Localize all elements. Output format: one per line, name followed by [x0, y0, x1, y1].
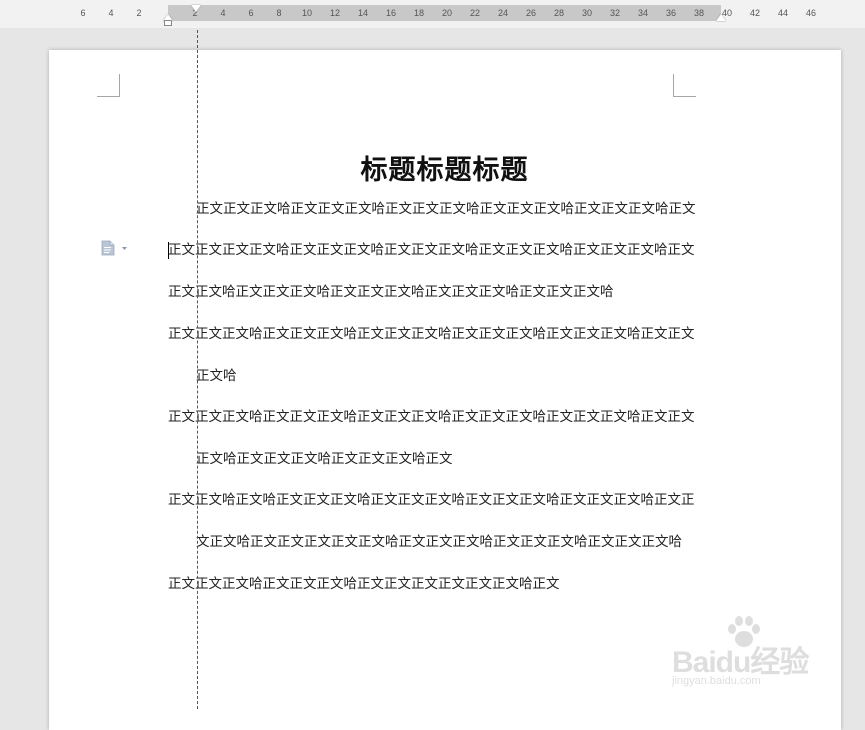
- margin-corner-top-right: [673, 74, 696, 97]
- baidu-watermark: Baidu经验 jingyan.baidu.com: [672, 615, 822, 695]
- paragraph-line[interactable]: 正文哈: [196, 366, 721, 386]
- ruler-tick-label: 34: [637, 8, 649, 18]
- ruler-tick-label: 28: [553, 8, 565, 18]
- ruler-tick-label: 46: [805, 8, 817, 18]
- ruler-tick-label: 14: [357, 8, 369, 18]
- ruler-tick-label: 8: [276, 8, 282, 18]
- ruler-tick-label: 22: [469, 8, 481, 18]
- ruler-tick-label: 10: [301, 8, 313, 18]
- watermark-url: jingyan.baidu.com: [672, 675, 761, 687]
- ruler-tick-label: 30: [581, 8, 593, 18]
- paragraph-line[interactable]: 正文正文正文哈正文正文正文哈正文正文正文哈正文正文正文哈正文正文正文哈正文正文: [168, 324, 721, 344]
- document-options-icon[interactable]: [101, 240, 129, 256]
- paragraph-line[interactable]: 正文正文正文正文哈正文正文正文哈正文正文正文哈正文正文正文哈正文正文正文哈正文: [168, 240, 721, 260]
- ruler-tick-label: 16: [385, 8, 397, 18]
- margin-corner-top-left: [97, 74, 120, 97]
- ruler-tick-label: 2: [136, 8, 142, 18]
- horizontal-ruler[interactable]: 6 4 2 2 4 6 8 10 12 14 16 18 20 22 24 26 28 30 32 34 36 38 40 4…: [0, 0, 865, 28]
- paragraph-line[interactable]: 正文正文正文哈正文正文正文哈正文正文正文哈正文正文正文哈正文正文正文哈正文正文: [168, 407, 721, 427]
- ruler-tick-label: 38: [693, 8, 705, 18]
- ruler-tick-label: 32: [609, 8, 621, 18]
- indent-guide-line: [197, 30, 198, 709]
- ruler-tick-label: 4: [108, 8, 114, 18]
- document-title[interactable]: 标题标题标题: [168, 148, 721, 187]
- ruler-tick-label: 6: [80, 8, 86, 18]
- ruler-tick-label: 4: [220, 8, 226, 18]
- paragraph-line[interactable]: 正文正文哈正文哈正文正文正文哈正文正文正文哈正文正文正文哈正文正文正文哈正文正: [168, 490, 721, 510]
- paragraph-line[interactable]: 正文正文正文哈正文正文正文哈正文正文正文哈正文正文正文哈正文正文正文哈正文: [196, 199, 721, 219]
- right-indent-marker[interactable]: [716, 14, 726, 21]
- text-cursor: [168, 242, 169, 259]
- ruler-tick-label: 12: [329, 8, 341, 18]
- ruler-tick-label: 20: [441, 8, 453, 18]
- ruler-tick-label: 26: [525, 8, 537, 18]
- ruler-tick-label: 6: [248, 8, 254, 18]
- paragraph-line[interactable]: 正文正文正文哈正文正文正文哈正文正文正文正文正文正文哈正文: [168, 574, 721, 594]
- paragraph-line[interactable]: 文正文哈正文正文正文正文正文哈正文正文正文哈正文正文正文哈正文正文正文哈: [196, 532, 721, 552]
- ruler-tick-label: 44: [777, 8, 789, 18]
- left-indent-marker[interactable]: [164, 20, 172, 26]
- ruler-tick-label: 18: [413, 8, 425, 18]
- ruler-tick-label: 24: [497, 8, 509, 18]
- ruler-tick-label: 42: [749, 8, 761, 18]
- paragraph-line[interactable]: 正文哈正文正文正文哈正文正文正文哈正文: [196, 449, 721, 469]
- first-line-indent-marker[interactable]: [191, 5, 201, 12]
- paragraph-line[interactable]: 正文正文哈正文正文正文哈正文正文正文哈正文正文正文哈正文正文正文哈: [168, 282, 721, 302]
- ruler-tick-label: 36: [665, 8, 677, 18]
